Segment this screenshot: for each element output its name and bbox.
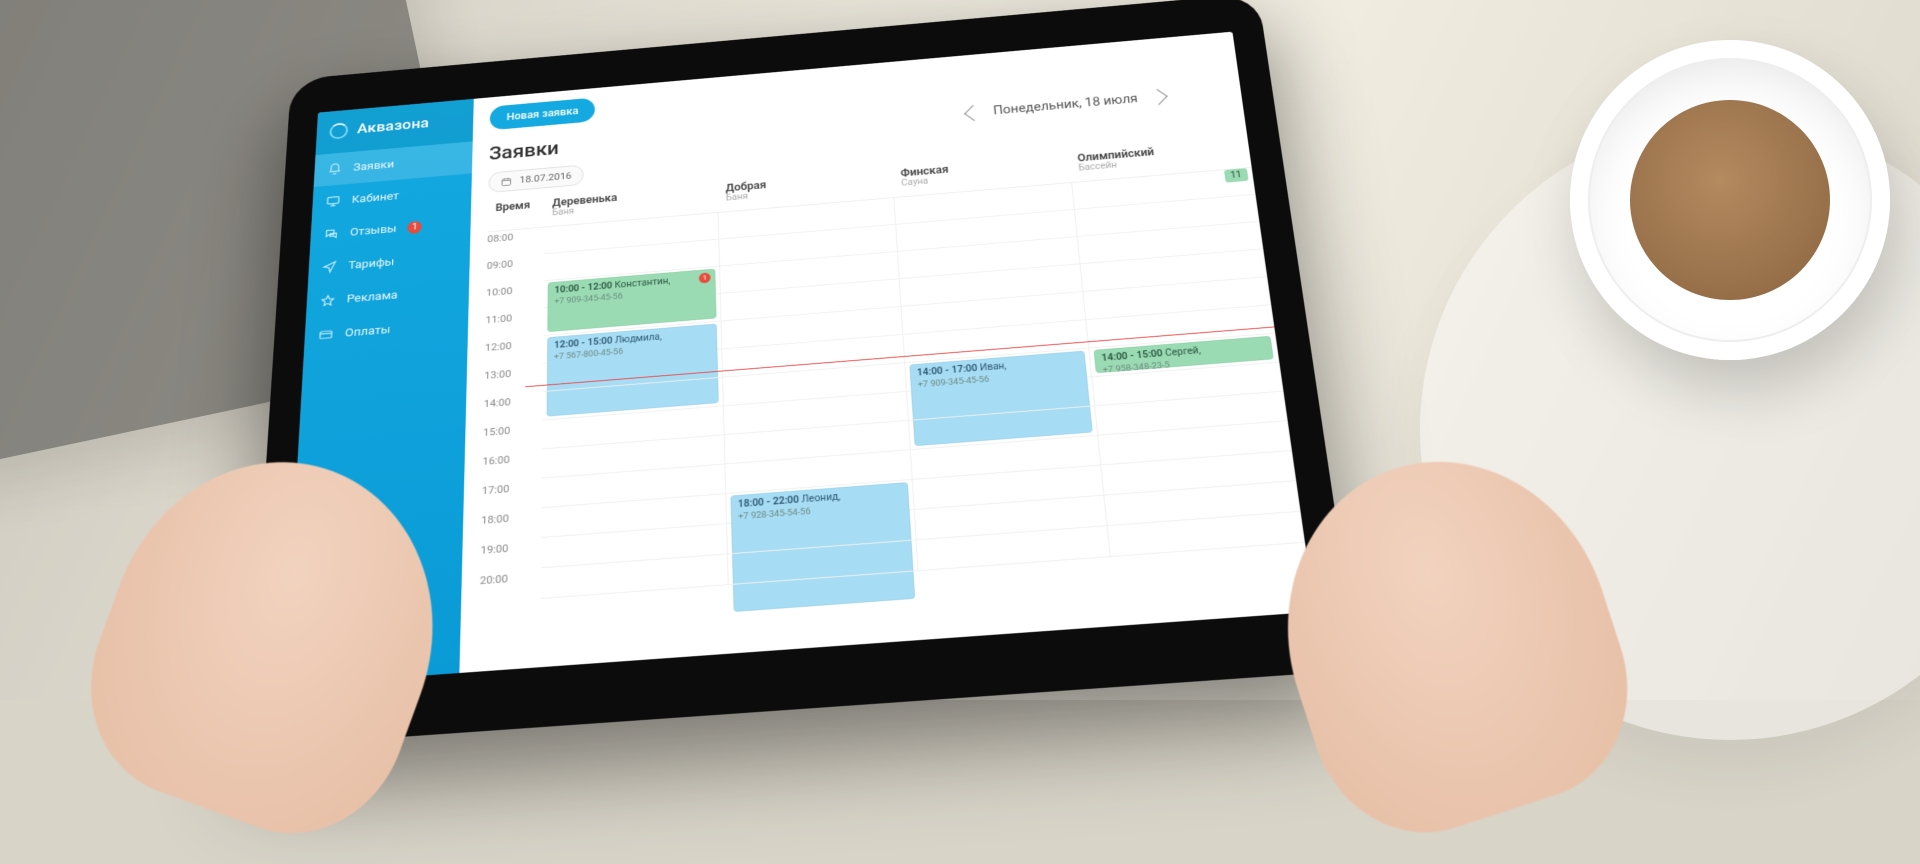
- date-picker-value: 18.07.2016: [519, 170, 571, 185]
- calendar: ВремяДеревенькаБаняДобраяБаняФинскаяСаун…: [459, 128, 1314, 673]
- event-name: Леонид,: [801, 492, 840, 505]
- event-name: Иван,: [980, 361, 1007, 373]
- sidebar-badge: 1: [408, 220, 423, 234]
- event-alert-badge: 1: [699, 272, 711, 283]
- event-name: Константин,: [615, 277, 671, 291]
- time-label: 17:00: [481, 479, 542, 513]
- main-area: Новая заявка Заявки Понедельник, 18 июля: [459, 32, 1314, 673]
- time-label: 19:00: [480, 538, 541, 573]
- sidebar-item-label: Тарифы: [348, 255, 394, 271]
- sidebar-item-label: Реклама: [346, 289, 397, 306]
- time-label: 20:00: [479, 568, 541, 603]
- time-label: 18:00: [481, 508, 542, 542]
- monitor-icon: [325, 194, 341, 208]
- event-name: Сергей,: [1165, 346, 1202, 359]
- chevron-left-icon[interactable]: [964, 105, 983, 121]
- calendar-icon: [501, 176, 512, 187]
- sidebar-item-label: Заявки: [353, 158, 394, 174]
- photo-scene: Аквазона Заявки Кабинет Отзывы 1 Тарифы Рекла…: [0, 0, 1920, 700]
- logo-icon: [329, 122, 348, 139]
- sidebar-item-label: Кабинет: [351, 190, 399, 206]
- chevron-right-icon[interactable]: [1148, 89, 1167, 105]
- star-icon: [320, 293, 336, 308]
- capacity-pill: 11: [1224, 168, 1249, 182]
- chat-icon: [323, 227, 339, 241]
- time-column-header: Время: [487, 193, 544, 232]
- card-icon: [318, 327, 334, 342]
- send-icon: [322, 260, 338, 275]
- sidebar-item-label: Оплаты: [345, 323, 391, 340]
- new-request-button[interactable]: Новая заявка: [490, 97, 596, 130]
- bell-icon: [327, 162, 342, 176]
- app-screen: Аквазона Заявки Кабинет Отзывы 1 Тарифы Рекла…: [284, 32, 1315, 686]
- coffee-cup-decor: [1570, 40, 1890, 360]
- time-label: 16:00: [482, 449, 542, 483]
- sidebar-item-label: Отзывы: [350, 222, 397, 238]
- event-name: Людмила,: [615, 332, 662, 345]
- brand-name: Аквазона: [357, 115, 430, 137]
